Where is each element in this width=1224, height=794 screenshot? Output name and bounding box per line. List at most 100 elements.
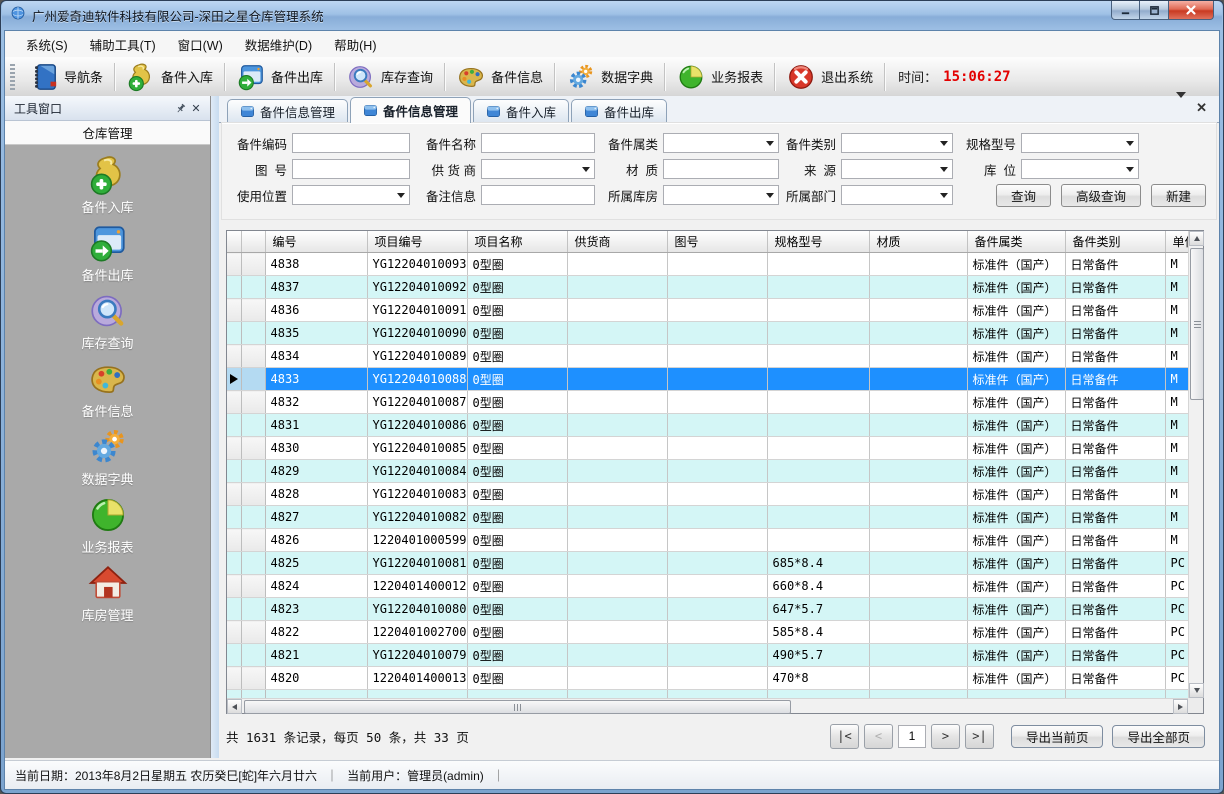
scroll-down-button[interactable] <box>1189 683 1204 698</box>
new-button[interactable]: 新建 <box>1151 184 1206 207</box>
table-row[interactable]: 4831YG122040100860型圈标准件（国产）日常备件M <box>227 414 1188 437</box>
table-row[interactable]: 4829YG122040100840型圈标准件（国产）日常备件M <box>227 460 1188 483</box>
table-row[interactable]: 4832YG122040100870型圈标准件（国产）日常备件M <box>227 391 1188 414</box>
column-header-2[interactable]: 编号 <box>265 231 367 253</box>
toolbar-button-outbound[interactable]: 备件出库 <box>228 59 331 95</box>
tab-close-button[interactable]: ✕ <box>1196 101 1207 114</box>
horizontal-scrollbar[interactable] <box>227 698 1188 713</box>
minimize-button[interactable] <box>1111 1 1140 20</box>
row-indicator[interactable] <box>227 483 241 506</box>
toolbar-button-navbook[interactable]: 导航条 <box>21 59 111 95</box>
row-selector[interactable] <box>241 483 265 506</box>
row-selector[interactable] <box>241 667 265 690</box>
table-row[interactable]: 4838YG122040100930型圈标准件（国产）日常备件M <box>227 253 1188 276</box>
input-材质[interactable] <box>663 159 779 179</box>
toolbar-button-search-stock[interactable]: 库存查询 <box>338 59 441 95</box>
row-selector[interactable] <box>241 368 265 391</box>
row-indicator[interactable] <box>227 299 241 322</box>
row-indicator[interactable] <box>227 506 241 529</box>
select-所属库房[interactable] <box>663 185 779 205</box>
vertical-scrollbar[interactable] <box>1188 231 1203 698</box>
column-header-7[interactable]: 规格型号 <box>767 231 869 253</box>
export-current-page-button[interactable]: 导出当前页 <box>1011 725 1104 748</box>
column-header-6[interactable]: 图号 <box>667 231 767 253</box>
toolbar-button-gears[interactable]: 数据字典 <box>558 59 661 95</box>
menu-item-1[interactable]: 系统(S) <box>15 31 79 58</box>
row-selector[interactable] <box>241 529 265 552</box>
row-indicator[interactable] <box>227 368 241 391</box>
tab-list-dropdown-button[interactable] <box>1176 98 1186 116</box>
table-row[interactable]: 482612204010005990型圈标准件（国产）日常备件M <box>227 529 1188 552</box>
select-所属部门[interactable] <box>841 185 953 205</box>
table-row[interactable]: 482012204014000130型圈470*8标准件（国产）日常备件PC <box>227 667 1188 690</box>
menu-item-5[interactable]: 帮助(H) <box>323 31 387 58</box>
scroll-up-button[interactable] <box>1189 231 1204 246</box>
row-indicator[interactable] <box>227 253 241 276</box>
vertical-scroll-thumb[interactable] <box>1190 248 1204 400</box>
select-来源[interactable] <box>841 159 953 179</box>
select-备件类别[interactable] <box>841 133 953 153</box>
row-selector[interactable] <box>241 414 265 437</box>
select-备件属类[interactable] <box>663 133 779 153</box>
row-selector[interactable] <box>241 437 265 460</box>
menu-item-2[interactable]: 辅助工具(T) <box>79 31 167 58</box>
pin-button[interactable] <box>172 100 188 116</box>
column-header-4[interactable]: 项目名称 <box>467 231 567 253</box>
sidebar-item-house[interactable]: 库房管理 <box>5 562 210 630</box>
sidebar-item-gears[interactable]: 数据字典 <box>5 426 210 494</box>
row-selector[interactable] <box>241 299 265 322</box>
table-row[interactable]: 4834YG122040100890型圈标准件（国产）日常备件M <box>227 345 1188 368</box>
advanced-query-button[interactable]: 高级查询 <box>1061 184 1141 207</box>
toolbar-button-exit[interactable]: 退出系统 <box>778 59 881 95</box>
table-row[interactable]: 4827YG122040100820型圈标准件（国产）日常备件M <box>227 506 1188 529</box>
tab-4[interactable]: 备件出库 <box>571 99 667 122</box>
scroll-right-button[interactable] <box>1173 699 1188 714</box>
select-规格型号[interactable] <box>1021 133 1139 153</box>
table-row[interactable]: 4825YG122040100810型圈685*8.4标准件（国产）日常备件PC <box>227 552 1188 575</box>
sidebar-item-palette[interactable]: 备件信息 <box>5 358 210 426</box>
select-库位[interactable] <box>1021 159 1139 179</box>
sidebar-item-search-stock[interactable]: 库存查询 <box>5 290 210 358</box>
tab-1[interactable]: 备件信息管理 <box>227 99 348 122</box>
toolbar-grip[interactable] <box>10 64 15 90</box>
tool-window-close-button[interactable]: ✕ <box>188 100 204 116</box>
row-indicator[interactable] <box>227 391 241 414</box>
input-图号[interactable] <box>292 159 410 179</box>
table-row[interactable]: 4830YG122040100850型圈标准件（国产）日常备件M <box>227 437 1188 460</box>
table-row[interactable]: 4821YG122040100790型圈490*5.7标准件（国产）日常备件PC <box>227 644 1188 667</box>
column-header-5[interactable]: 供货商 <box>567 231 667 253</box>
next-page-button[interactable]: > <box>931 724 960 749</box>
row-selector[interactable] <box>241 391 265 414</box>
table-row[interactable]: 4837YG122040100920型圈标准件（国产）日常备件M <box>227 276 1188 299</box>
row-selector[interactable] <box>241 322 265 345</box>
row-indicator[interactable] <box>227 575 241 598</box>
menu-item-3[interactable]: 窗口(W) <box>167 31 234 58</box>
row-indicator[interactable] <box>227 598 241 621</box>
row-indicator[interactable] <box>227 322 241 345</box>
column-header-9[interactable]: 备件属类 <box>967 231 1065 253</box>
tab-3[interactable]: 备件入库 <box>473 99 569 122</box>
row-selector[interactable] <box>241 506 265 529</box>
row-indicator[interactable] <box>227 644 241 667</box>
menu-item-4[interactable]: 数据维护(D) <box>234 31 323 58</box>
table-row[interactable]: 482412204014000120型圈660*8.4标准件（国产）日常备件PC <box>227 575 1188 598</box>
row-indicator[interactable] <box>227 667 241 690</box>
row-indicator[interactable] <box>227 276 241 299</box>
row-indicator[interactable] <box>227 552 241 575</box>
row-selector[interactable] <box>241 598 265 621</box>
export-all-pages-button[interactable]: 导出全部页 <box>1112 725 1205 748</box>
column-header-11[interactable]: 单位 <box>1165 231 1188 253</box>
table-row[interactable]: 4828YG122040100830型圈标准件（国产）日常备件M <box>227 483 1188 506</box>
row-selector[interactable] <box>241 552 265 575</box>
row-indicator[interactable] <box>227 460 241 483</box>
select-使用位置[interactable] <box>292 185 410 205</box>
input-备件名称[interactable] <box>481 133 595 153</box>
row-indicator[interactable] <box>227 437 241 460</box>
row-selector[interactable] <box>241 621 265 644</box>
close-button[interactable] <box>1169 1 1214 20</box>
sidebar-splitter[interactable] <box>211 96 219 758</box>
table-row-partial[interactable] <box>227 690 1188 699</box>
sidebar-item-outbound[interactable]: 备件出库 <box>5 222 210 290</box>
select-供货商[interactable] <box>481 159 595 179</box>
table-row[interactable]: 482212204010027000型圈585*8.4标准件（国产）日常备件PC <box>227 621 1188 644</box>
